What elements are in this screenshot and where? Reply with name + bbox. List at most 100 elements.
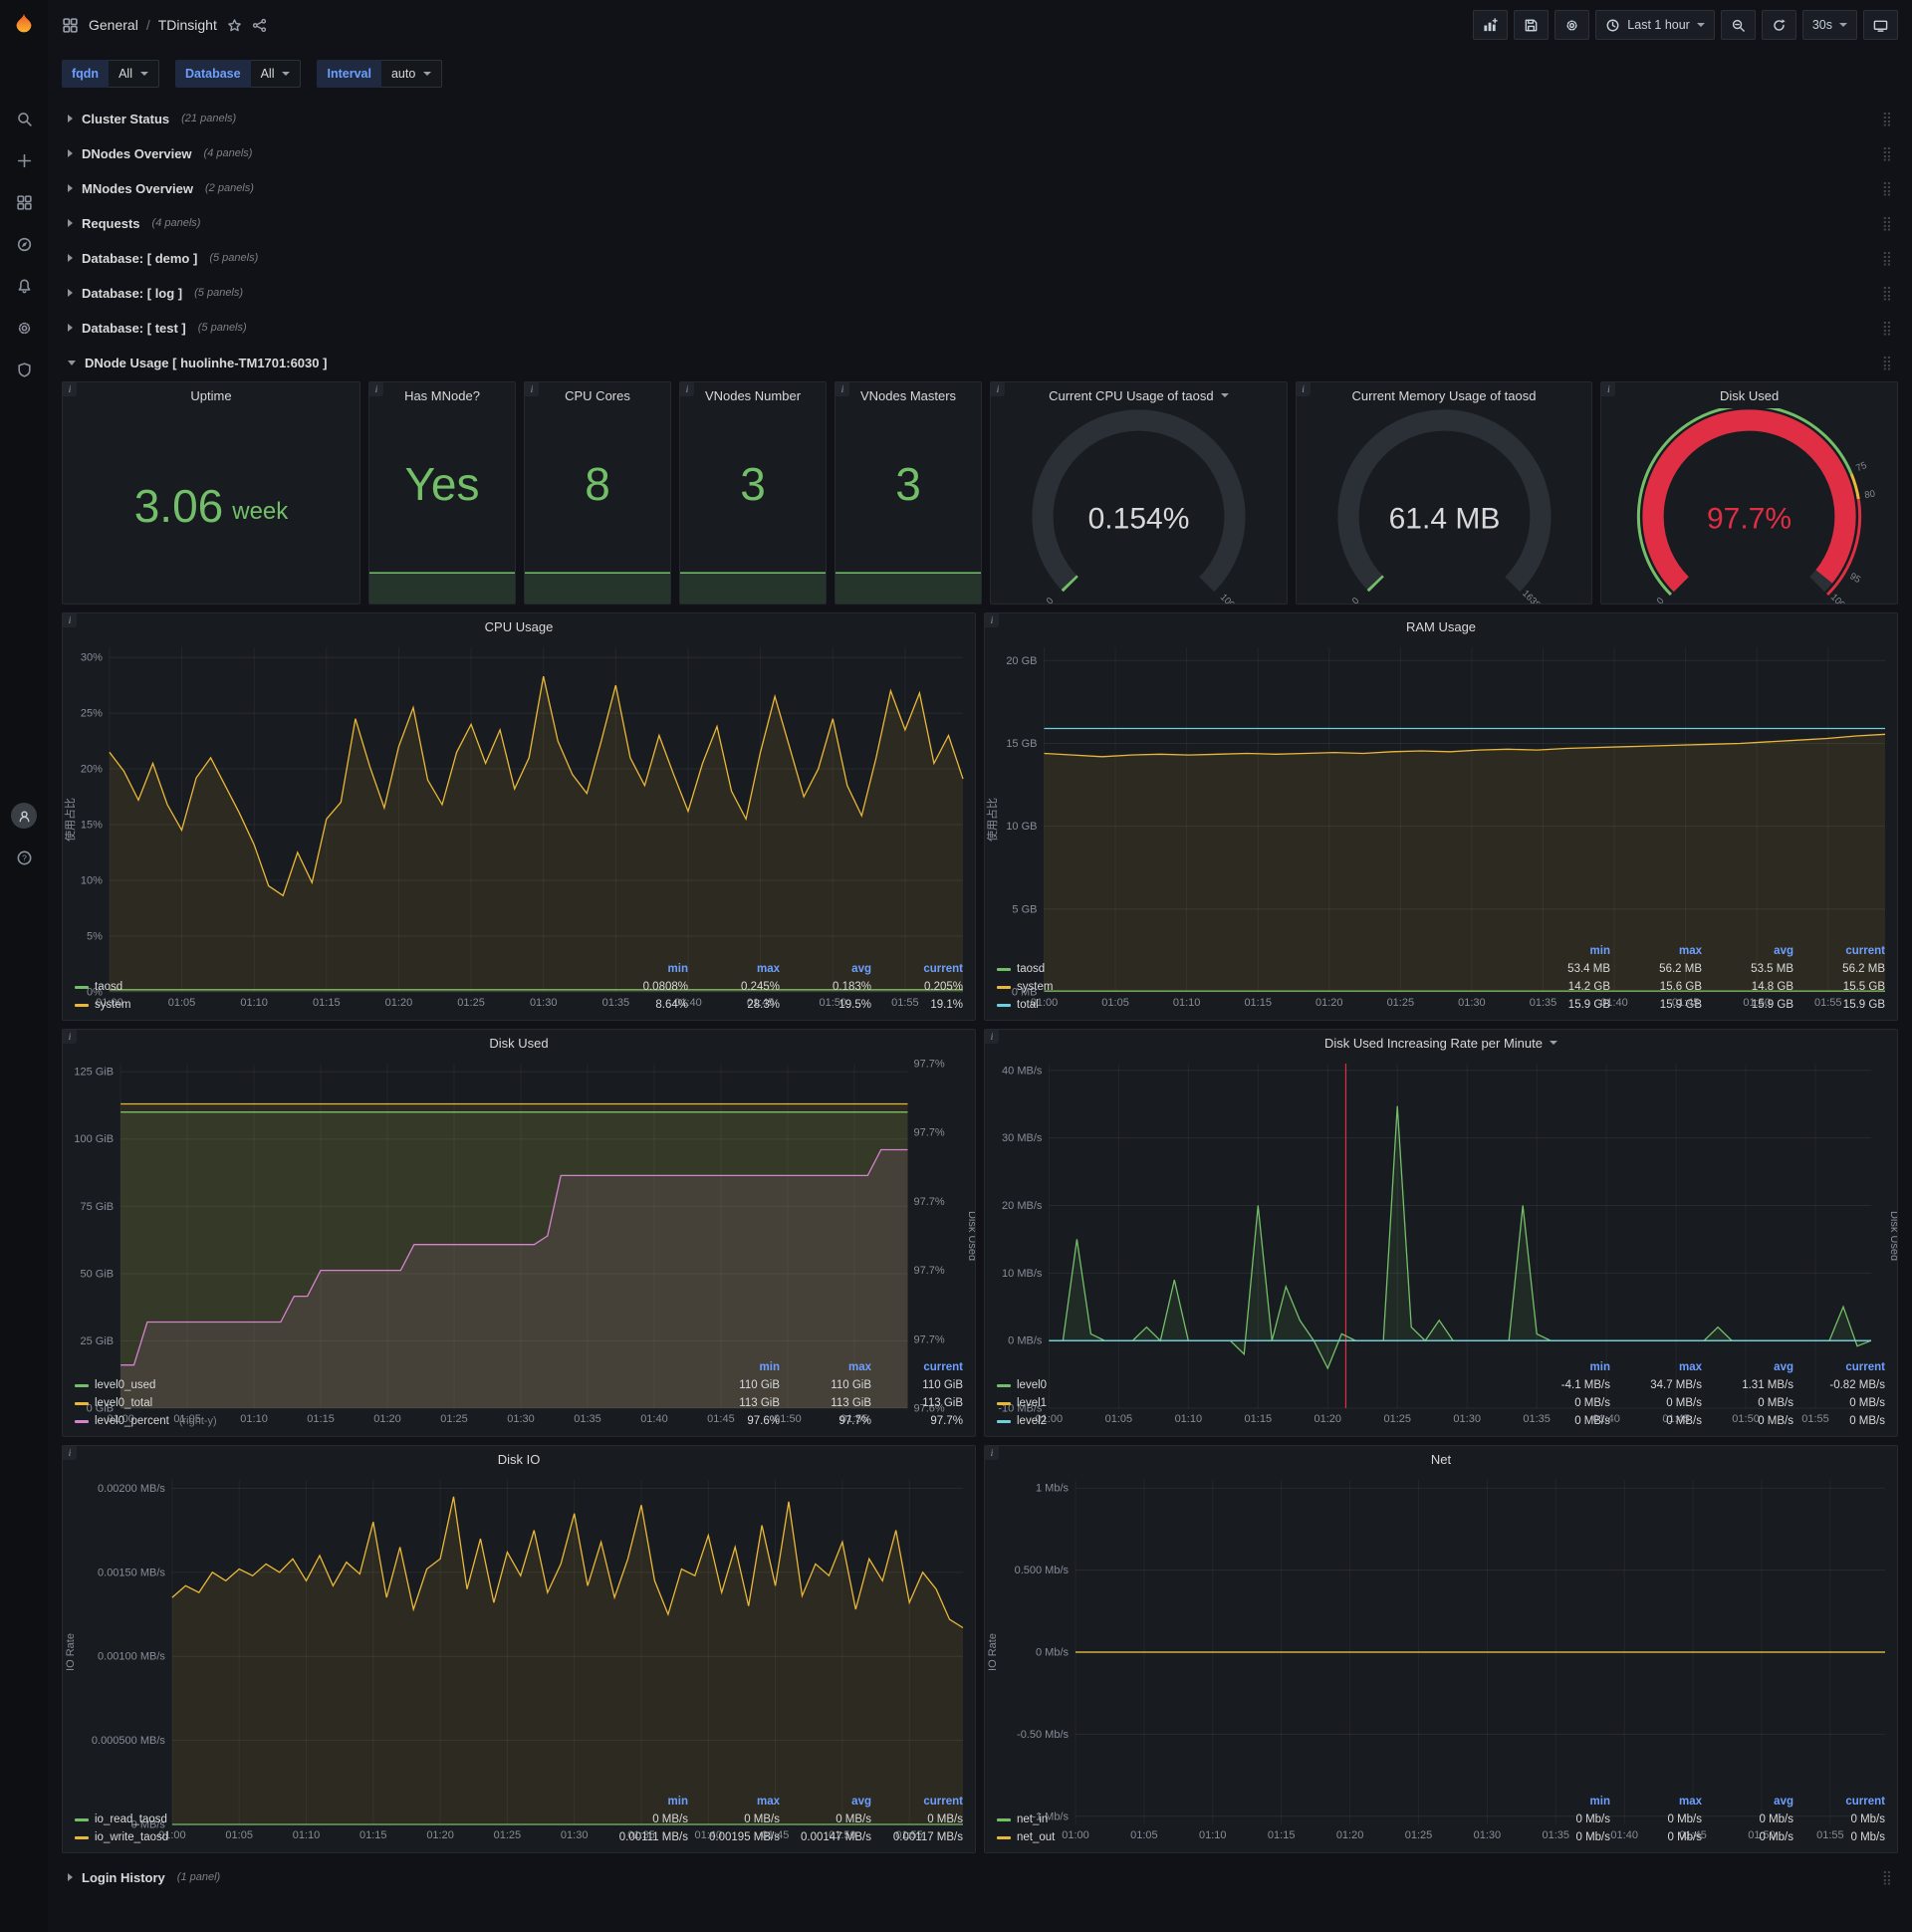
- panel-title[interactable]: Uptime: [63, 382, 359, 408]
- panel-info-icon[interactable]: i: [63, 1446, 77, 1460]
- row-drag-handle[interactable]: ⣿: [1882, 1869, 1892, 1886]
- row-drag-handle[interactable]: ⣿: [1882, 111, 1892, 127]
- dashboards-icon[interactable]: [0, 181, 48, 223]
- variable-value-dropdown[interactable]: All: [109, 60, 159, 88]
- cpu-usage-chart[interactable]: 0% 5% 10% 15% 20% 25% 30% 01:00 01:05 01:10 01:15 0…: [63, 639, 975, 1009]
- legend-col-min[interactable]: min: [597, 1796, 688, 1808]
- legend-col-avg[interactable]: avg: [1702, 1361, 1793, 1373]
- panel-title[interactable]: Disk Used: [63, 1030, 975, 1056]
- panel-info-icon[interactable]: i: [369, 382, 383, 396]
- refresh-interval-dropdown[interactable]: 30s: [1801, 10, 1857, 40]
- row-collapsed-5[interactable]: Database: [ log ] (5 panels) ⣿: [62, 277, 1898, 309]
- legend-col-max[interactable]: max: [1610, 1796, 1702, 1808]
- net-chart[interactable]: -1 Mb/s -0.50 Mb/s 0 Mb/s 0.500 Mb/s 1 Mb/s 0…: [985, 1472, 1897, 1841]
- row-collapsed-0[interactable]: Cluster Status (21 panels) ⣿: [62, 103, 1898, 134]
- legend-col-max[interactable]: max: [688, 1796, 780, 1808]
- legend-col-current[interactable]: current: [871, 963, 963, 975]
- panel-info-icon[interactable]: i: [985, 1030, 999, 1044]
- legend-col-max[interactable]: max: [1610, 1361, 1702, 1373]
- disk-used-chart[interactable]: 0 GiB 25 GiB 50 GiB 75 GiB 100 GiB 125 GiB 01:…: [63, 1056, 975, 1426]
- configuration-icon[interactable]: [0, 307, 48, 349]
- panel-info-icon[interactable]: i: [985, 613, 999, 627]
- row-collapsed-4[interactable]: Database: [ demo ] (5 panels) ⣿: [62, 242, 1898, 274]
- panel-info-icon[interactable]: i: [680, 382, 694, 396]
- search-icon[interactable]: [0, 98, 48, 139]
- panel-title[interactable]: CPU Usage: [63, 613, 975, 639]
- legend-col-max[interactable]: max: [780, 1361, 871, 1373]
- breadcrumb-folder[interactable]: General: [89, 17, 138, 33]
- row-drag-handle[interactable]: ⣿: [1882, 180, 1892, 197]
- panel-info-icon[interactable]: i: [1601, 382, 1616, 396]
- legend-col-current[interactable]: current: [871, 1796, 963, 1808]
- legend-series[interactable]: io_write_taosd: [75, 1831, 597, 1843]
- legend-col-avg[interactable]: avg: [780, 1796, 871, 1808]
- panel-title[interactable]: Disk IO: [63, 1446, 975, 1472]
- variable-value-dropdown[interactable]: auto: [380, 60, 443, 88]
- legend-series[interactable]: system: [997, 981, 1519, 993]
- panel-info-icon[interactable]: i: [836, 382, 849, 396]
- row-collapsed-1[interactable]: DNodes Overview (4 panels) ⣿: [62, 137, 1898, 169]
- server-admin-icon[interactable]: [0, 349, 48, 390]
- save-dashboard-button[interactable]: [1514, 10, 1550, 40]
- legend-series[interactable]: net_out: [997, 1831, 1519, 1843]
- create-icon[interactable]: [0, 139, 48, 181]
- legend-series[interactable]: net_in: [997, 1813, 1519, 1825]
- panel-title[interactable]: Disk Used Increasing Rate per Minute: [985, 1030, 1897, 1056]
- cycle-view-button[interactable]: [1863, 10, 1898, 40]
- refresh-button[interactable]: [1761, 10, 1796, 40]
- panel-title[interactable]: Has MNode?: [369, 382, 515, 408]
- explore-icon[interactable]: [0, 223, 48, 265]
- panel-info-icon[interactable]: i: [1296, 382, 1311, 396]
- legend-series[interactable]: total: [997, 999, 1519, 1011]
- legend-col-current[interactable]: current: [1793, 1796, 1885, 1808]
- zoom-out-button[interactable]: [1720, 10, 1756, 40]
- row-drag-handle[interactable]: ⣿: [1882, 145, 1892, 162]
- panel-title[interactable]: CPU Cores: [525, 382, 670, 408]
- panel-info-icon[interactable]: i: [63, 382, 77, 396]
- share-icon[interactable]: [252, 18, 267, 33]
- panel-info-icon[interactable]: i: [63, 613, 77, 627]
- legend-col-current[interactable]: current: [1793, 945, 1885, 957]
- disk-io-chart[interactable]: 0 MB/s 0.000500 MB/s 0.00100 MB/s 0.00150 M…: [63, 1472, 975, 1841]
- row-dnode-usage[interactable]: DNode Usage [ huolinhe-TM1701:6030 ] ⣿: [62, 347, 1898, 378]
- time-range-picker[interactable]: Last 1 hour: [1595, 10, 1715, 40]
- panel-info-icon[interactable]: i: [63, 1030, 77, 1044]
- legend-col-min[interactable]: min: [597, 963, 688, 975]
- breadcrumb-dashboard[interactable]: TDinsight: [158, 17, 217, 33]
- panel-title[interactable]: Current CPU Usage of taosd: [991, 382, 1287, 408]
- legend-series[interactable]: level2: [997, 1415, 1519, 1427]
- legend-series[interactable]: taosd: [997, 963, 1519, 975]
- panel-info-icon[interactable]: i: [525, 382, 539, 396]
- row-drag-handle[interactable]: ⣿: [1882, 320, 1892, 337]
- legend-series[interactable]: io_read_taosd: [75, 1813, 597, 1825]
- row-collapsed-2[interactable]: MNodes Overview (2 panels) ⣿: [62, 172, 1898, 204]
- row-collapsed-3[interactable]: Requests (4 panels) ⣿: [62, 207, 1898, 239]
- legend-col-min[interactable]: min: [1519, 1796, 1610, 1808]
- row-drag-handle[interactable]: ⣿: [1882, 285, 1892, 302]
- row-drag-handle[interactable]: ⣿: [1882, 250, 1892, 267]
- legend-col-current[interactable]: current: [1793, 1361, 1885, 1373]
- legend-col-min[interactable]: min: [1519, 945, 1610, 957]
- legend-col-max[interactable]: max: [1610, 945, 1702, 957]
- legend-series[interactable]: system: [75, 999, 597, 1011]
- user-avatar[interactable]: [0, 795, 48, 837]
- dashboard-settings-button[interactable]: [1554, 10, 1590, 40]
- row-drag-handle[interactable]: ⣿: [1882, 355, 1892, 371]
- legend-series[interactable]: level1: [997, 1397, 1519, 1409]
- legend-col-min[interactable]: min: [1519, 1361, 1610, 1373]
- legend-col-avg[interactable]: avg: [780, 963, 871, 975]
- star-icon[interactable]: [227, 18, 242, 33]
- panel-title[interactable]: Net: [985, 1446, 1897, 1472]
- help-icon[interactable]: ?: [0, 837, 48, 878]
- variable-value-dropdown[interactable]: All: [250, 60, 302, 88]
- panel-title[interactable]: RAM Usage: [985, 613, 1897, 639]
- panel-info-icon[interactable]: i: [991, 382, 1005, 396]
- row-login-history[interactable]: Login History (1 panel) ⣿: [62, 1861, 1898, 1893]
- legend-col-min[interactable]: min: [688, 1361, 780, 1373]
- panel-title[interactable]: VNodes Number: [680, 382, 826, 408]
- panel-info-icon[interactable]: i: [985, 1446, 999, 1460]
- legend-col-max[interactable]: max: [688, 963, 780, 975]
- legend-series[interactable]: level0_used: [75, 1379, 688, 1391]
- add-panel-button[interactable]: [1473, 10, 1509, 40]
- disk-rate-chart[interactable]: -10 MB/s 0 MB/s 10 MB/s 20 MB/s 30 MB/s 40 MB…: [985, 1056, 1897, 1425]
